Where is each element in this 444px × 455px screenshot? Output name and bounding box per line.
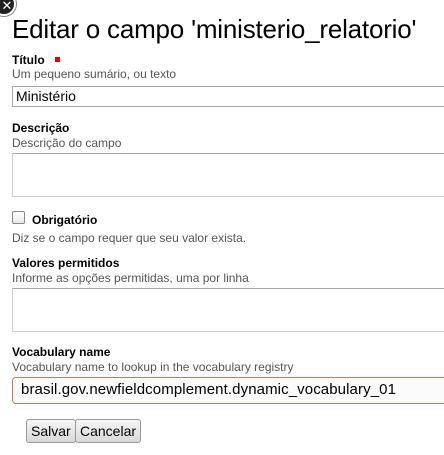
page-title: Editar o campo 'ministerio_relatorio' — [12, 14, 417, 44]
required-marker-icon — [54, 57, 60, 62]
allowed-values-help: Informe as opções permitidas, uma por li… — [12, 271, 249, 285]
description-field-help: Descrição do campo — [12, 136, 122, 150]
vocabulary-name-help: Vocabulary name to lookup in the vocabul… — [12, 360, 294, 374]
allowed-values-textarea[interactable] — [12, 288, 444, 332]
description-field-label: Descrição — [12, 121, 70, 135]
title-label-text: Título — [12, 53, 45, 67]
required-field-help: Diz se o campo requer que seu valor exis… — [12, 231, 247, 245]
vocabulary-name-label: Vocabulary name — [12, 345, 111, 359]
allowed-values-label: Valores permitidos — [12, 256, 120, 270]
save-button[interactable]: Salvar — [26, 419, 76, 443]
title-input[interactable]: Ministério — [12, 86, 444, 107]
cancel-button[interactable]: Cancelar — [75, 419, 142, 443]
vocabulary-name-input[interactable]: brasil.gov.newfieldcomplement.dynamic_vo… — [12, 377, 444, 404]
required-checkbox[interactable] — [12, 211, 25, 224]
close-icon: ✕ — [1, 0, 13, 14]
title-field-label: Título — [12, 53, 60, 67]
title-field-help: Um pequeno sumário, ou texto — [12, 67, 177, 81]
description-textarea[interactable] — [12, 153, 444, 197]
required-checkbox-label[interactable]: Obrigatório — [32, 213, 97, 227]
